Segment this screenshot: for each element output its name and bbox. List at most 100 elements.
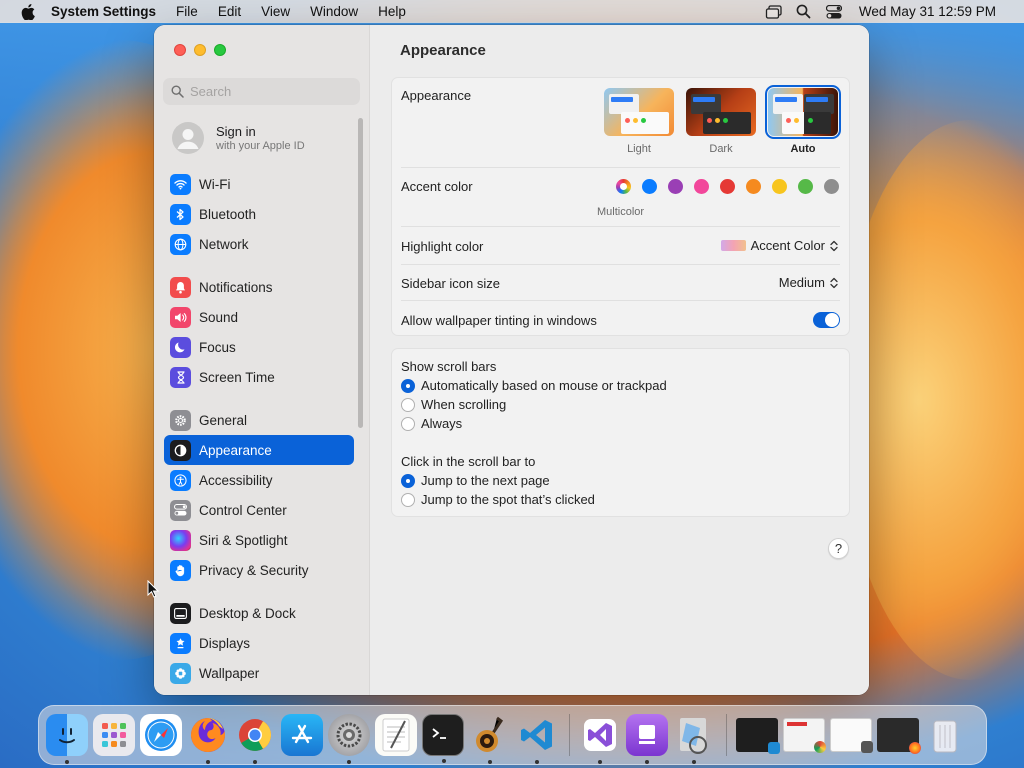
light-preview-image — [604, 88, 674, 136]
minimize-button[interactable] — [194, 44, 206, 56]
system-settings-window: Sign in with your Apple ID Wi-Fi Bluetoo… — [154, 25, 869, 695]
dock-finder-icon[interactable] — [46, 714, 88, 764]
radio-jump-next-page[interactable]: Jump to the next page — [401, 473, 550, 488]
zoom-button[interactable] — [214, 44, 226, 56]
signin-subtitle: with your Apple ID — [216, 140, 305, 152]
sidebar-item-desktop-dock[interactable]: Desktop & Dock — [164, 598, 354, 628]
dock-preview-icon[interactable] — [673, 714, 715, 764]
radio-button[interactable] — [401, 492, 415, 507]
dock-textedit-icon[interactable] — [375, 714, 417, 756]
dock — [38, 705, 987, 765]
menu-edit[interactable]: Edit — [208, 0, 251, 23]
sidebar-item-displays[interactable]: Displays — [164, 628, 354, 658]
help-button[interactable]: ? — [828, 538, 849, 559]
search-field[interactable] — [163, 78, 360, 105]
accent-graphite[interactable] — [824, 179, 839, 194]
appearance-card: Appearance Light Dark Auto Accent color … — [391, 77, 850, 336]
sidebar-item-label: Accessibility — [199, 472, 273, 488]
sidebar-scrollbar[interactable] — [358, 118, 363, 428]
menu-app-name[interactable]: System Settings — [39, 0, 166, 23]
dock-minimized-chrome-window[interactable] — [783, 718, 826, 753]
search-input[interactable] — [190, 84, 350, 99]
sidebar-item-control-center[interactable]: Control Center — [164, 495, 354, 525]
accent-blue[interactable] — [642, 179, 657, 194]
accent-purple[interactable] — [668, 179, 683, 194]
menu-help[interactable]: Help — [368, 0, 416, 23]
dock-terminal-icon[interactable] — [422, 714, 464, 763]
accent-yellow[interactable] — [772, 179, 787, 194]
dock-firefox-icon[interactable] — [187, 714, 229, 764]
sidebar-item-appearance[interactable]: Appearance — [164, 435, 354, 465]
wallpaper-tinting-label: Allow wallpaper tinting in windows — [401, 313, 597, 328]
radio-button[interactable] — [401, 397, 415, 412]
dock-minimized-notes-window[interactable] — [830, 718, 873, 753]
spotlight-search-icon[interactable] — [789, 0, 819, 23]
sidebar-item-network[interactable]: Network — [164, 229, 354, 259]
sidebar-item-accessibility[interactable]: Accessibility — [164, 465, 354, 495]
menu-window[interactable]: Window — [300, 0, 368, 23]
speaker-icon — [170, 306, 191, 328]
sidebar-item-wallpaper[interactable]: Wallpaper — [164, 658, 354, 688]
dock-system-settings-icon[interactable] — [328, 714, 370, 764]
hand-icon — [170, 559, 191, 581]
sidebar-signin[interactable]: Sign in with your Apple ID — [164, 117, 354, 159]
siri-icon — [170, 529, 191, 551]
appearance-option-auto[interactable]: Auto — [765, 85, 841, 155]
radio-scroll-when-scrolling[interactable]: When scrolling — [401, 397, 506, 412]
wallpaper-icon — [170, 662, 191, 684]
sidebar-icon-size-popup[interactable]: Medium — [779, 275, 838, 290]
menu-clock[interactable]: Wed May 31 12:59 PM — [849, 0, 1006, 23]
main-pane: Appearance Appearance Light Dark Auto Ac… — [370, 25, 869, 695]
accent-orange[interactable] — [746, 179, 761, 194]
radio-button[interactable] — [401, 473, 415, 488]
sidebar-item-bluetooth[interactable]: Bluetooth — [164, 199, 354, 229]
dock-chrome-icon[interactable] — [234, 714, 276, 764]
dock-launchpad-icon[interactable] — [93, 714, 135, 756]
dock-garageband-icon[interactable] — [469, 714, 511, 764]
auto-preview-image — [765, 85, 841, 139]
radio-label: Jump to the spot that’s clicked — [421, 492, 595, 507]
highlight-color-popup[interactable]: Accent Color — [720, 238, 838, 253]
dock-vscode-icon[interactable] — [516, 714, 558, 764]
appearance-option-light[interactable]: Light — [603, 88, 675, 155]
dock-podcasts-icon[interactable] — [626, 714, 668, 764]
dock-minimized-firefox-window[interactable] — [877, 718, 921, 754]
sidebar-item-label: Displays — [199, 635, 251, 651]
sidebar-item-notifications[interactable]: Notifications — [164, 272, 354, 302]
dock-minimized-code-window[interactable] — [736, 718, 780, 754]
sidebar-item-label: Appearance — [199, 442, 272, 458]
menu-file[interactable]: File — [166, 0, 208, 23]
control-center-icon[interactable] — [819, 0, 849, 23]
dark-preview-image — [686, 88, 756, 136]
accent-pink[interactable] — [694, 179, 709, 194]
dock-visual-studio-icon[interactable] — [579, 714, 621, 764]
radio-jump-to-spot[interactable]: Jump to the spot that’s clicked — [401, 492, 595, 507]
sidebar-item-label: Siri & Spotlight — [199, 532, 288, 548]
sidebar-item-privacy-security[interactable]: Privacy & Security — [164, 555, 354, 585]
radio-button[interactable] — [401, 378, 415, 393]
close-button[interactable] — [174, 44, 186, 56]
dock-trash-icon[interactable] — [924, 714, 966, 756]
sidebar-item-wifi[interactable]: Wi-Fi — [164, 169, 354, 199]
radio-scroll-always[interactable]: Always — [401, 416, 462, 431]
screen-mirroring-icon[interactable] — [759, 0, 789, 23]
radio-label: Jump to the next page — [421, 473, 550, 488]
sidebar-item-sound[interactable]: Sound — [164, 302, 354, 332]
accent-green[interactable] — [798, 179, 813, 194]
wifi-icon — [170, 173, 191, 195]
accent-multicolor[interactable] — [616, 179, 631, 194]
radio-scroll-automatic[interactable]: Automatically based on mouse or trackpad — [401, 378, 667, 393]
accent-red[interactable] — [720, 179, 735, 194]
sidebar-item-general[interactable]: General — [164, 405, 354, 435]
dock-safari-icon[interactable] — [140, 714, 182, 756]
sidebar-item-screen-time[interactable]: Screen Time — [164, 362, 354, 392]
sidebar-item-siri-spotlight[interactable]: Siri & Spotlight — [164, 525, 354, 555]
sidebar-item-label: General — [199, 412, 248, 428]
appearance-option-dark[interactable]: Dark — [685, 88, 757, 155]
wallpaper-tinting-toggle[interactable] — [813, 312, 840, 328]
sidebar-item-focus[interactable]: Focus — [164, 332, 354, 362]
menu-view[interactable]: View — [251, 0, 300, 23]
dock-app-store-icon[interactable] — [281, 714, 323, 756]
radio-button[interactable] — [401, 416, 415, 431]
apple-menu-icon[interactable] — [17, 0, 39, 23]
